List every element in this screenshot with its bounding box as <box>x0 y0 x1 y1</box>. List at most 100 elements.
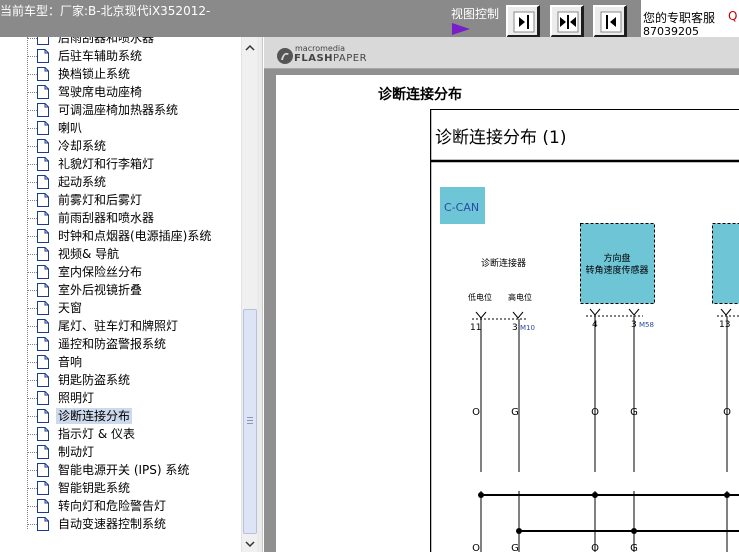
tree-item-label: 诊断连接分布 <box>56 408 133 424</box>
document-icon <box>37 445 49 459</box>
tree-item-label: 自动变速器控制系统 <box>58 517 167 531</box>
split-view-button[interactable] <box>550 5 584 38</box>
wire-color-o: O <box>472 407 480 418</box>
tree-item-label: 智能钥匙系统 <box>58 481 131 495</box>
document-icon <box>37 499 49 513</box>
tree-item-label: 起动系统 <box>58 175 107 189</box>
document-icon <box>37 37 49 45</box>
service-qq-link[interactable]: Q <box>728 9 737 23</box>
document-icon <box>37 337 49 351</box>
tree-item-label: 指示灯 & 仪表 <box>58 427 135 441</box>
tree-connector <box>27 506 37 507</box>
wire-color-o: O <box>591 407 599 418</box>
wire-color-g: G <box>630 543 638 552</box>
tree-connector <box>27 38 37 39</box>
tree-connector <box>27 74 37 75</box>
view-control-label: 视图控制 <box>451 7 500 21</box>
tree-item-label: 前雨刮器和喷水器 <box>58 211 155 225</box>
scroll-down-button[interactable] <box>242 536 258 552</box>
arrow-left-bar-icon <box>600 11 622 33</box>
low-level-label: 低电位 <box>468 292 492 302</box>
sensor-label-1: 方向盘 <box>603 252 630 264</box>
tree-item-label: 喇叭 <box>58 121 83 135</box>
split-arrows-icon <box>557 11 579 33</box>
pin-3a: 3 <box>512 323 518 333</box>
document-icon <box>37 139 49 153</box>
service-label: 您的专职客服 <box>643 11 716 25</box>
document-icon <box>37 157 49 171</box>
expand-right-button[interactable] <box>506 5 540 38</box>
next-module-box <box>712 223 739 304</box>
document-page: 诊断连接分布 诊断连接分布 (1) C-CAN 方向盘 转角速度传感器 诊断连接… <box>276 75 739 552</box>
tree-item-label: 视频& 导航 <box>58 247 120 261</box>
document-icon <box>37 85 49 99</box>
current-car-type: 当前车型：厂家:B-北京现代iX352012- <box>0 4 211 18</box>
pin-13: 13 <box>719 320 730 330</box>
document-icon <box>37 193 49 207</box>
brand-flashpaper: FLASHPAPER <box>294 53 367 64</box>
tree-item-label: 前雾灯和后雾灯 <box>58 193 143 207</box>
wire-color-g: G <box>511 407 519 418</box>
wire-color-o: O <box>723 407 731 418</box>
tree-connector <box>27 308 37 309</box>
document-icon <box>37 121 49 135</box>
document-icon <box>37 283 49 297</box>
tree-item-label: 天窗 <box>58 301 83 315</box>
tree-connector <box>27 56 37 57</box>
tree-connector <box>27 344 37 345</box>
top-header: 当前车型：厂家:B-北京现代iX352012- 视图控制 您的专职客服 Q 87… <box>0 0 739 38</box>
tree-item-label: 遥控和防盗警报系统 <box>58 337 167 351</box>
tree-item-label: 可调温座椅加热器系统 <box>58 103 179 117</box>
connector-m10: M10 <box>520 324 535 332</box>
wire-color-o: O <box>591 543 599 552</box>
document-icon <box>37 409 49 423</box>
chevron-up-icon <box>245 44 255 51</box>
tree-item-label: 室外后视镜折叠 <box>58 283 143 297</box>
tree-item-label: 钥匙防盗系统 <box>58 373 131 387</box>
pin-11: 11 <box>470 323 481 333</box>
tree-connector <box>27 110 37 111</box>
document-icon <box>37 373 49 387</box>
connector-m58: M58 <box>639 321 654 329</box>
tree-connector <box>27 380 37 381</box>
document-icon <box>37 481 49 495</box>
document-icon <box>37 517 49 531</box>
scroll-thumb[interactable] <box>243 309 257 534</box>
tree-connector <box>27 200 37 201</box>
arrow-right-bar-icon <box>513 11 535 33</box>
tree-scrollbar[interactable] <box>241 37 258 552</box>
tree-connector <box>27 146 37 147</box>
grip-icon <box>247 417 253 424</box>
document-icon <box>37 463 49 477</box>
tree-item-label: 制动灯 <box>58 445 95 459</box>
scroll-up-button[interactable] <box>242 40 258 56</box>
tree-item-label: 后驻车辅助系统 <box>58 49 143 63</box>
tree-item-label: 尾灯、驻车灯和牌照灯 <box>58 319 179 333</box>
tree-connector <box>27 434 37 435</box>
document-icon <box>37 301 49 315</box>
tree-item-label: 换档锁止系统 <box>58 67 131 81</box>
tree-connector <box>27 128 37 129</box>
tree-connector <box>27 524 37 525</box>
document-icon <box>37 103 49 117</box>
chevron-down-icon <box>245 541 255 548</box>
document-icon <box>37 427 49 441</box>
document-icon <box>37 49 49 63</box>
diagram-title: 诊断连接分布 (1) <box>435 128 566 148</box>
tree-connector <box>27 488 37 489</box>
topic-tree: 后雨刮器和喷水器 后驻车辅助系统 换档锁止系统 驾驶席电动座椅 可调温座椅加热器系统 喇叭… <box>0 37 241 552</box>
wire-color-g: G <box>630 407 638 418</box>
tree-item-label: 礼貌灯和行李箱灯 <box>58 157 155 171</box>
tree-item-label: 智能电源开关 (IPS) 系统 <box>58 463 190 477</box>
tree-item-label: 照明灯 <box>58 391 95 405</box>
expand-left-button[interactable] <box>593 5 627 38</box>
tree-connector <box>27 452 37 453</box>
panel-splitter[interactable] <box>257 37 263 552</box>
tree-item-label: 转向灯和危险警告灯 <box>58 499 167 513</box>
document-icon <box>37 175 49 189</box>
customer-service-box: 您的专职客服 Q 87039205 <box>641 0 739 37</box>
document-icon <box>37 319 49 333</box>
document-icon <box>37 265 49 279</box>
document-icon <box>37 355 49 369</box>
tree-item-label: 室内保险丝分布 <box>58 265 143 279</box>
